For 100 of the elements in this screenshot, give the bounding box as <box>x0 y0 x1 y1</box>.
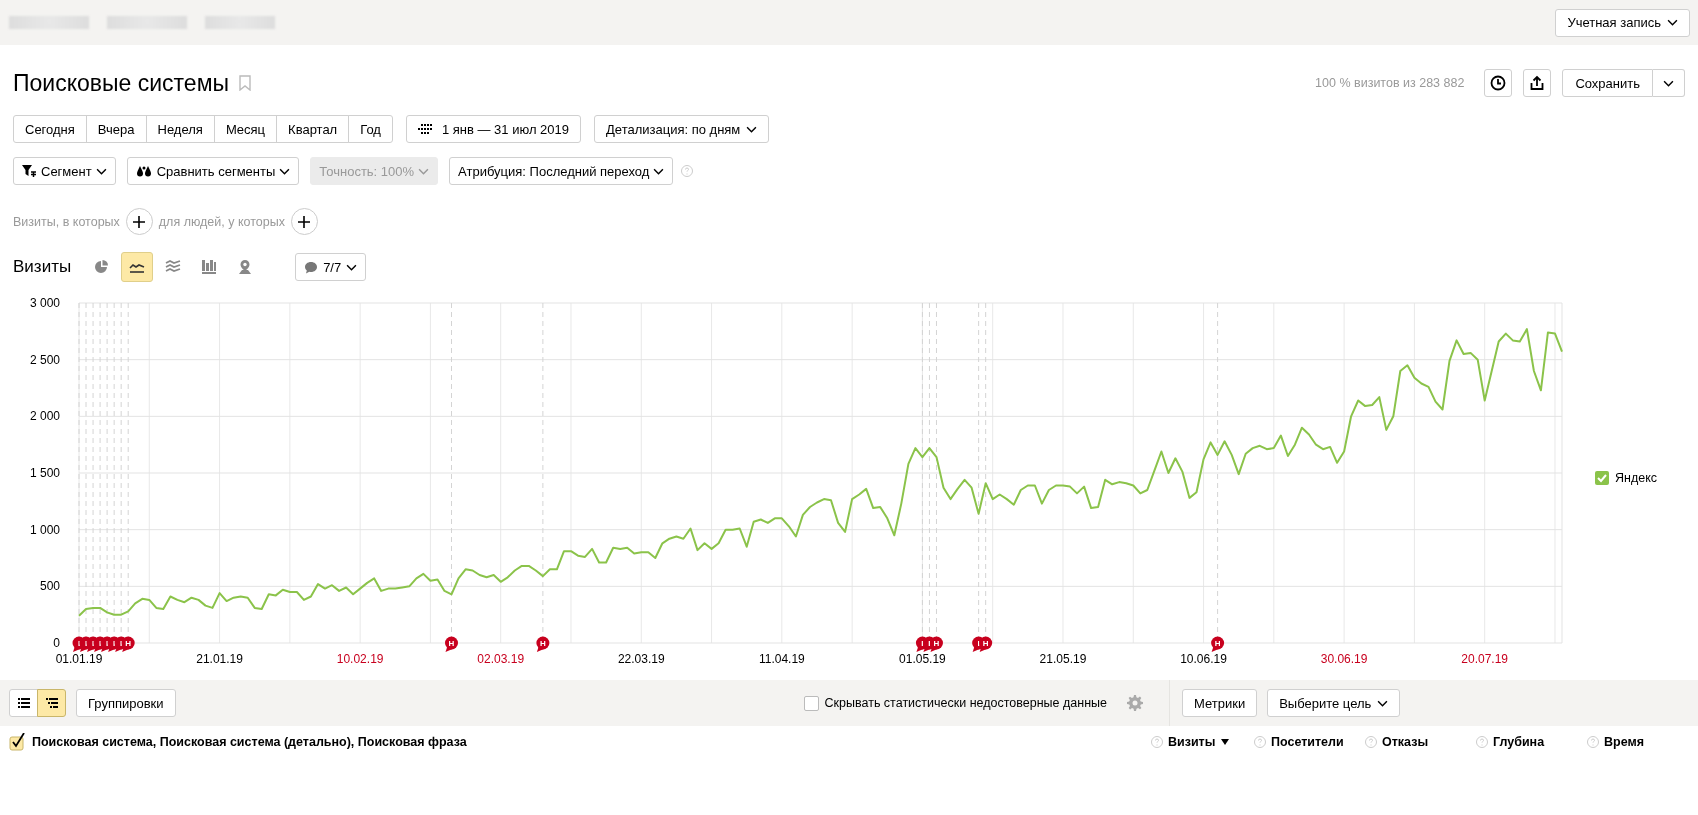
x-axis-label: 02.03.19 <box>477 652 525 666</box>
goal-dropdown[interactable]: Выберите цель <box>1267 689 1401 717</box>
annotation: I <box>928 639 931 648</box>
settings-icon[interactable] <box>1127 695 1143 711</box>
annotation: H <box>1214 639 1221 648</box>
caret-icon <box>1663 79 1674 87</box>
filter-dropdown[interactable]: Сравнить сегменты <box>126 157 300 185</box>
caret-icon <box>279 167 291 175</box>
period-button[interactable]: Сегодня <box>13 115 87 143</box>
x-axis-label: 01.05.19 <box>899 652 946 666</box>
annotation: I <box>77 639 81 648</box>
annotation: I <box>977 639 980 648</box>
annotation: I <box>98 639 102 648</box>
caret-icon <box>95 167 107 175</box>
caret-icon <box>1667 19 1678 26</box>
filter-dropdown[interactable]: Сегмент <box>13 157 116 185</box>
list-icon <box>17 698 30 708</box>
chart-title: Визиты <box>13 257 72 277</box>
tree-view-button[interactable] <box>37 689 66 717</box>
y-axis-label: 1 500 <box>29 466 60 480</box>
annotation: H <box>539 639 546 648</box>
column-header[interactable]: Посетители <box>1271 735 1344 749</box>
event-marker[interactable]: H <box>1211 636 1225 652</box>
add-condition-button[interactable] <box>290 208 318 235</box>
drops-icon <box>135 165 152 177</box>
legend-checkbox[interactable] <box>1595 471 1609 485</box>
caret-icon <box>418 167 430 175</box>
annotation: H <box>125 639 132 648</box>
annotations-dropdown[interactable]: 7/7 <box>295 253 367 281</box>
grouping-label: Поисковая система, Поисковая система (детально), Поисковая фраза <box>32 735 467 749</box>
period-button[interactable]: Квартал <box>276 115 350 143</box>
pie-chart-icon <box>94 260 109 274</box>
export-button[interactable] <box>1523 69 1552 97</box>
sort-arrow-icon <box>1221 739 1230 745</box>
period-button[interactable]: Месяц <box>213 115 278 143</box>
visits-share: 100 % визитов из 283 882 <box>1315 76 1465 90</box>
annotation: H <box>448 639 455 648</box>
x-axis-label: 11.04.19 <box>758 652 805 666</box>
grouping-checkbox[interactable] <box>9 733 27 751</box>
period-button[interactable]: Год <box>348 115 393 143</box>
caret-icon <box>746 125 758 133</box>
caret-icon <box>1377 699 1389 707</box>
clock-icon <box>1490 75 1507 91</box>
column-header[interactable]: Время <box>1604 735 1644 749</box>
list-view-button[interactable] <box>9 689 38 717</box>
groupings-button[interactable]: Группировки <box>76 689 176 717</box>
filter-icon <box>22 165 36 177</box>
y-axis-label: 500 <box>39 579 60 594</box>
condition-label: Визиты, в которых <box>13 214 120 229</box>
history-button[interactable] <box>1484 69 1513 97</box>
condition-label: для людей, у которых <box>158 214 285 229</box>
annotation: I <box>113 639 116 648</box>
x-axis-label: 01.01.19 <box>55 652 103 666</box>
x-axis-label: 20.07.19 <box>1461 652 1509 666</box>
x-axis-label: 10.06.19 <box>1180 652 1227 666</box>
column-header[interactable]: Отказы <box>1382 735 1429 749</box>
page-title: Поисковые системы <box>13 69 229 97</box>
annotation: I <box>921 639 924 648</box>
upload-icon <box>1529 75 1546 91</box>
save-options-button[interactable] <box>1653 69 1685 97</box>
y-axis-label: 0 <box>53 636 60 650</box>
annotation: I <box>120 639 123 648</box>
period-button[interactable]: Неделя <box>145 115 215 143</box>
x-axis-label: 21.05.19 <box>1039 652 1087 666</box>
annotation: H <box>982 639 989 648</box>
bookmark-icon[interactable] <box>239 75 251 91</box>
line-chart-icon <box>129 261 146 273</box>
event-marker[interactable]: H <box>536 636 550 652</box>
metrics-button[interactable]: Метрики <box>1182 689 1258 717</box>
x-axis-label: 21.01.19 <box>196 652 243 666</box>
detail-dropdown[interactable]: Детализация: по дням <box>594 115 770 143</box>
map-pin-icon <box>238 259 253 275</box>
date-range-button[interactable]: 1 янв — 31 июл 2019 <box>405 115 582 143</box>
account-dropdown[interactable]: Учетная запись <box>1555 8 1690 37</box>
event-marker[interactable]: H <box>445 636 458 652</box>
column-header[interactable]: Визиты <box>1168 735 1230 749</box>
period-button[interactable]: Вчера <box>85 115 147 143</box>
checkbox-label: Скрывать статистически недостоверные данные <box>824 696 1107 710</box>
save-button[interactable]: Сохранить <box>1562 69 1653 97</box>
plus-icon <box>133 215 146 228</box>
calendar-icon <box>417 124 432 134</box>
y-axis-label: 2 000 <box>29 409 60 424</box>
y-axis-label: 2 500 <box>29 352 60 367</box>
legend-label: Яндекс <box>1615 471 1658 485</box>
x-axis-label: 30.06.19 <box>1320 652 1368 666</box>
caret-icon <box>346 263 358 271</box>
checkbox[interactable] <box>803 695 819 711</box>
tree-list-icon <box>45 698 58 708</box>
column-header[interactable]: Глубина <box>1493 735 1545 749</box>
x-axis-label: 10.02.19 <box>336 652 384 666</box>
caret-icon <box>653 167 665 175</box>
line-chart-button[interactable] <box>121 252 154 282</box>
area-chart-icon <box>165 260 182 274</box>
annotation: H <box>933 639 940 648</box>
plus-icon <box>298 215 311 228</box>
y-axis-label: 1 000 <box>29 522 60 537</box>
add-condition-button[interactable] <box>125 208 153 235</box>
filter-dropdown[interactable]: Атрибуция: Последний переход <box>449 157 674 185</box>
annotation: I <box>91 639 95 648</box>
y-axis-label: 3 000 <box>29 296 60 310</box>
